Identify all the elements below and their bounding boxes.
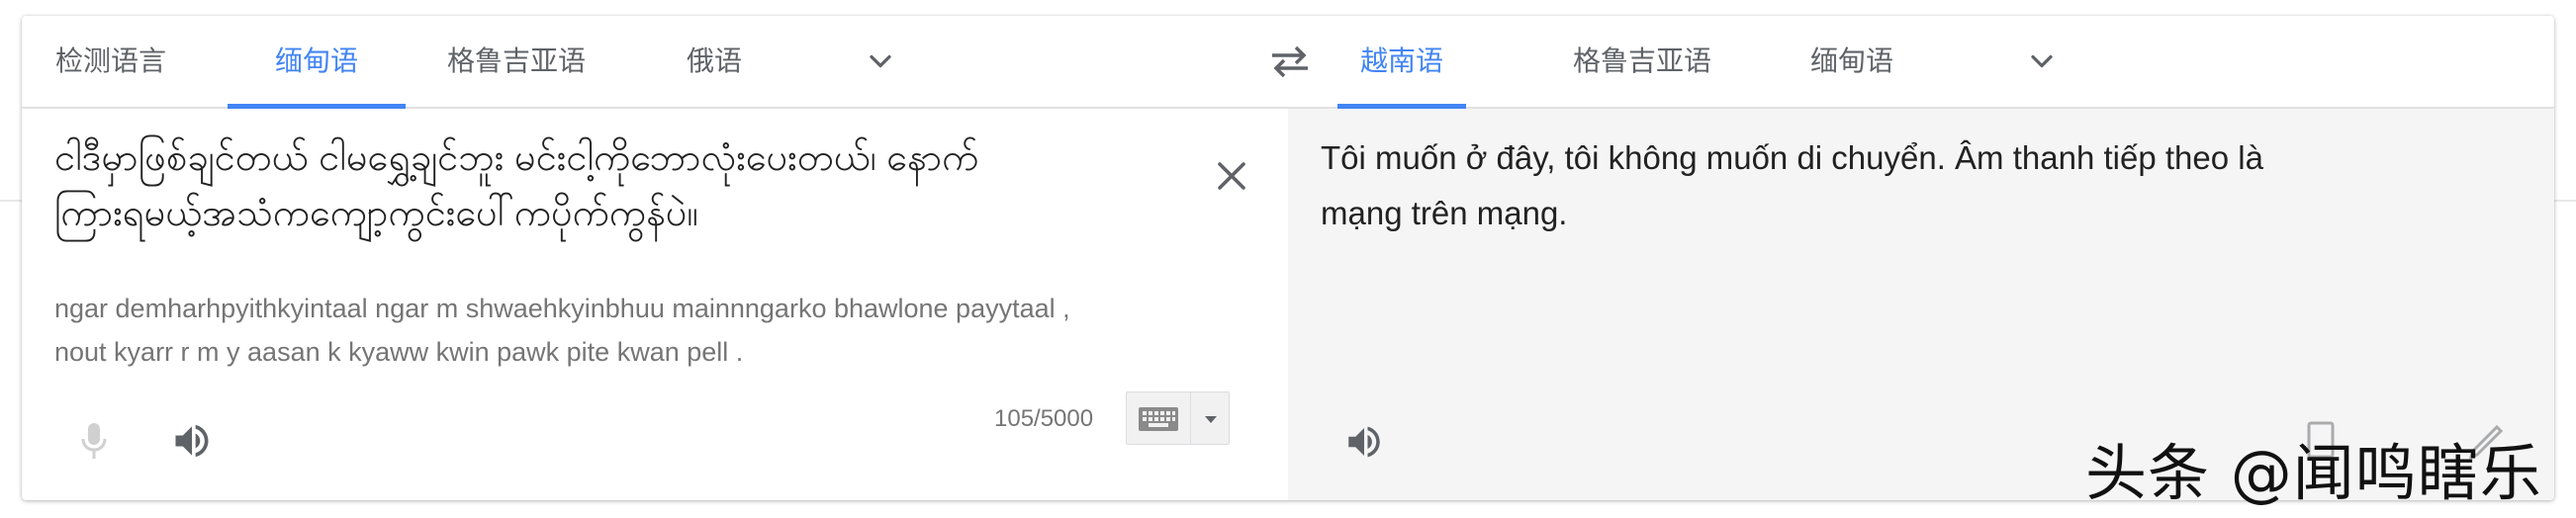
speaker-icon[interactable] <box>1343 421 1385 463</box>
translation-output-text: Tôi muốn ở đây, tôi không muốn di chuyển… <box>1321 130 2488 241</box>
watermark: 头条 @闻鸣瞎乐 <box>2085 437 2542 509</box>
tab-label: 越南语 <box>1359 45 1443 76</box>
translation-line: mạng trên mạng. <box>1321 195 1568 231</box>
active-tab-indicator <box>228 104 406 109</box>
translation-line: Tôi muốn ở đây, tôi không muốn di chuyển… <box>1321 139 2263 176</box>
chevron-down-icon[interactable] <box>863 43 898 79</box>
tab-source-burmese[interactable]: 缅甸语 <box>228 16 406 109</box>
source-text-line: ကြားရမယ့်အသံကကျော့ကွင်းပေါ်ကပိုက်ကွန်ပဲ။ <box>54 193 698 234</box>
swap-languages-icon[interactable] <box>1268 42 1312 81</box>
keyboard-icon <box>1137 404 1180 434</box>
speaker-icon[interactable] <box>170 419 214 463</box>
tab-source-georgian[interactable]: 格鲁吉亚语 <box>437 16 596 107</box>
tab-source-russian[interactable]: 俄语 <box>675 16 754 107</box>
transliteration-line: ngar demharhpyithkyintaal ngar m shwaehk… <box>54 294 1070 323</box>
microphone-icon[interactable] <box>77 419 111 463</box>
transliteration: ngar demharhpyithkyintaal ngar m shwaehk… <box>54 287 1192 374</box>
language-tab-bar: 检测语言 缅甸语 格鲁吉亚语 俄语 越南语 格鲁吉亚语 缅甸语 <box>22 16 2554 109</box>
tab-detect-language[interactable]: 检测语言 <box>42 16 180 107</box>
transliteration-line: nout kyarr r m y aasan k kyaww kwin pawk… <box>54 337 744 367</box>
close-icon[interactable] <box>1212 156 1251 196</box>
caret-down-icon[interactable] <box>1198 406 1224 432</box>
tab-target-vietnamese[interactable]: 越南语 <box>1337 16 1466 109</box>
chevron-down-icon[interactable] <box>2024 43 2060 79</box>
source-text-line: ငါဒီမှာဖြစ်ချင်တယ် ငါမရွှေ့ချင်ဘူး မင်းင… <box>54 137 979 179</box>
source-text-input[interactable]: ငါဒီမှာဖြစ်ချင်တယ် ငါမရွှေ့ချင်ဘူး မင်းင… <box>54 130 1172 241</box>
tab-target-burmese[interactable]: 缅甸语 <box>1793 16 1911 107</box>
character-count: 105/5000 <box>994 405 1094 432</box>
keyboard-button-divider <box>1190 392 1191 444</box>
tab-label: 缅甸语 <box>274 45 358 76</box>
keyboard-button[interactable] <box>1126 391 1230 445</box>
tab-target-georgian[interactable]: 格鲁吉亚语 <box>1563 16 1721 107</box>
